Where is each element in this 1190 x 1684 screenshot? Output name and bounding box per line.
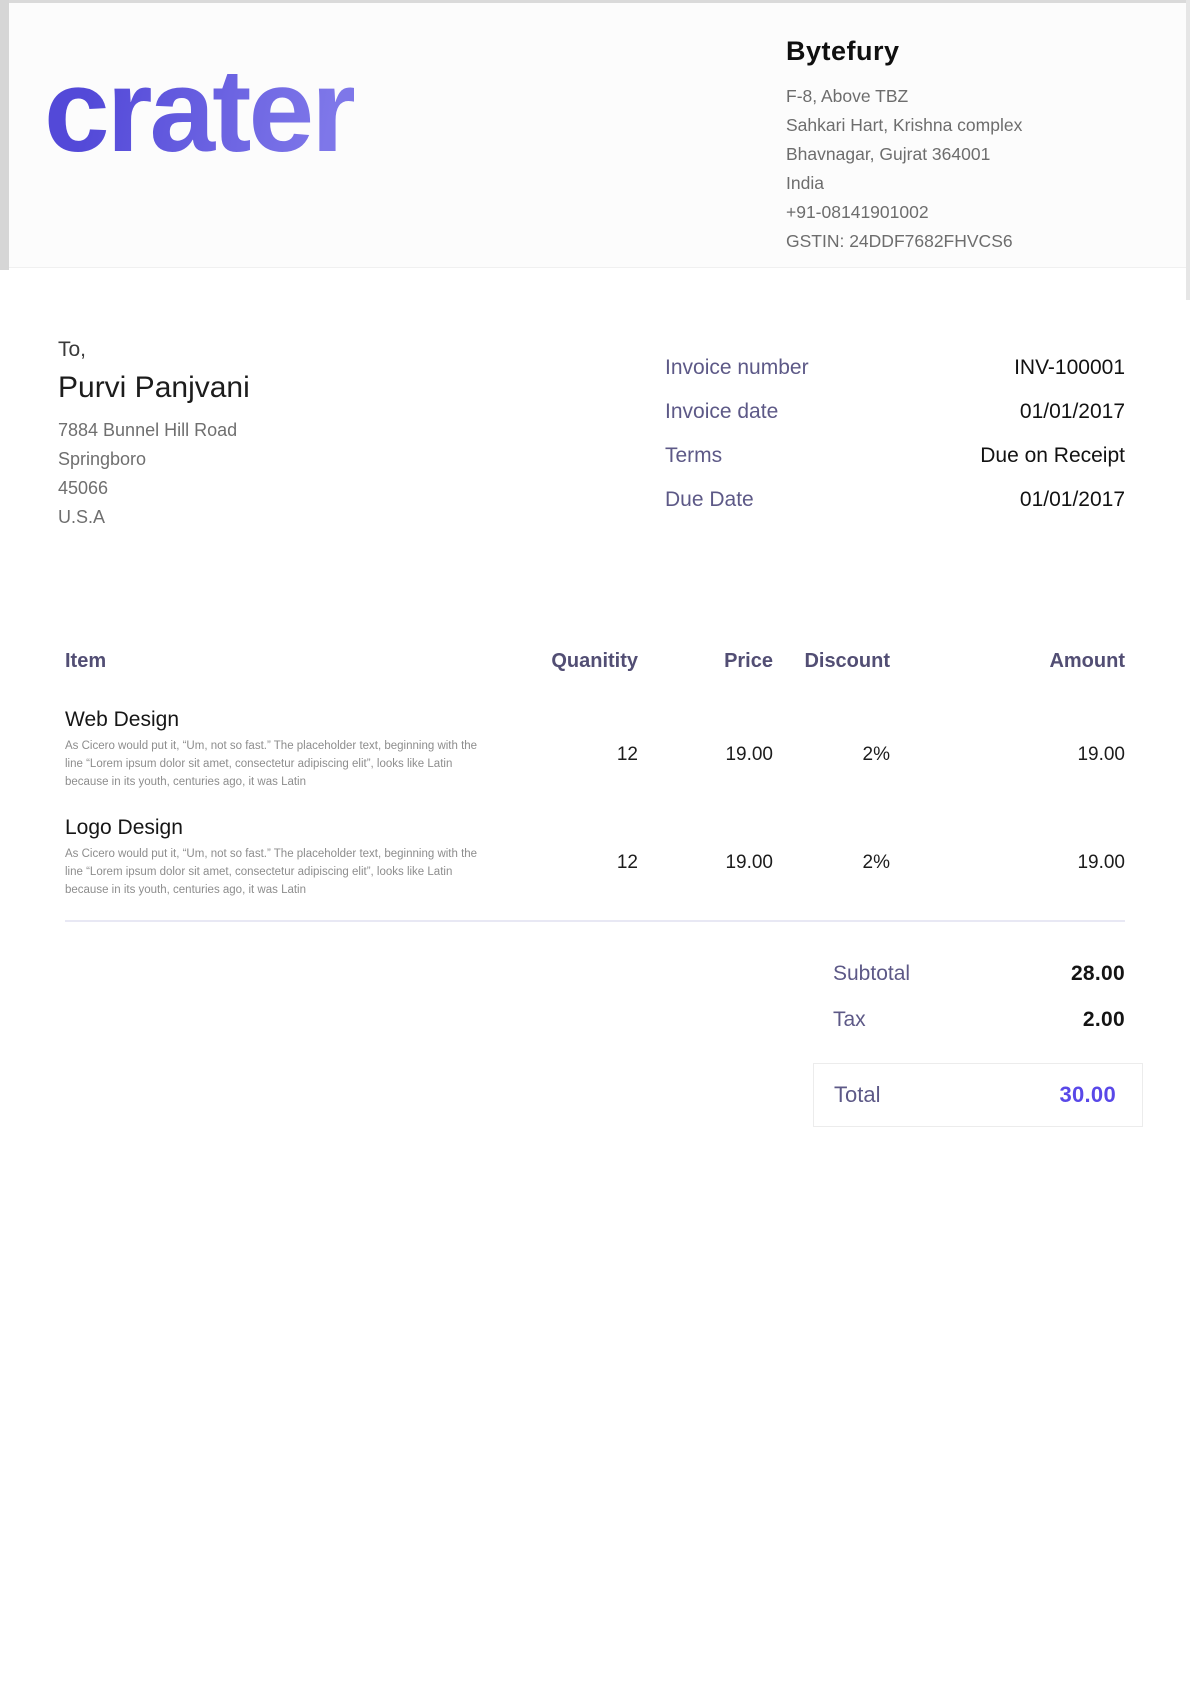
bill-to-label: To,: [58, 338, 250, 362]
total-value: 30.00: [1059, 1082, 1116, 1108]
customer-address-line: 7884 Bunnel Hill Road: [58, 416, 250, 445]
item-price: 19.00: [638, 708, 773, 791]
due-date-label: Due Date: [665, 488, 754, 512]
items-table: Item Quanitity Price Discount Amount Web…: [65, 648, 1125, 922]
column-header-amount: Amount: [890, 648, 1125, 674]
column-header-price: Price: [638, 648, 773, 674]
invoice-date-label: Invoice date: [665, 400, 778, 424]
tax-value: 2.00: [1083, 1008, 1125, 1032]
window-edge-top: [0, 0, 1190, 3]
invoice-number-label: Invoice number: [665, 356, 809, 380]
customer-address-line: U.S.A: [58, 503, 250, 532]
item-name: Logo Design: [65, 816, 490, 840]
due-date-row: Due Date 01/01/2017: [665, 488, 1125, 532]
column-header-quantity: Quanitity: [490, 648, 638, 674]
totals-section: Subtotal 28.00 Tax 2.00 Total 30.00: [813, 962, 1143, 1127]
item-discount: 2%: [773, 708, 890, 791]
subtotal-label: Subtotal: [833, 962, 910, 986]
customer-address-line: 45066: [58, 474, 250, 503]
company-address-line: India: [786, 169, 1131, 198]
window-edge-left: [0, 0, 9, 270]
invoice-date-value: 01/01/2017: [1020, 400, 1125, 424]
customer-name: Purvi Panjvani: [58, 371, 250, 405]
window-edge-right: [1186, 0, 1190, 300]
invoice-header-band: crater Bytefury F-8, Above TBZ Sahkari H…: [0, 0, 1190, 268]
tax-label: Tax: [833, 1008, 866, 1032]
customer-address-line: Springboro: [58, 445, 250, 474]
item-cell: Logo Design As Cicero would put it, “Um,…: [65, 816, 490, 899]
item-description: As Cicero would put it, “Um, not so fast…: [65, 845, 485, 899]
terms-label: Terms: [665, 444, 722, 468]
item-amount: 19.00: [890, 708, 1125, 791]
item-discount: 2%: [773, 816, 890, 899]
company-phone: +91-08141901002: [786, 198, 1131, 227]
company-address: F-8, Above TBZ Sahkari Hart, Krishna com…: [786, 82, 1131, 256]
total-label: Total: [834, 1082, 880, 1108]
item-name: Web Design: [65, 708, 490, 732]
invoice-number-value: INV-100001: [1014, 356, 1125, 380]
invoice-meta: Invoice number INV-100001 Invoice date 0…: [665, 356, 1125, 532]
company-info: Bytefury F-8, Above TBZ Sahkari Hart, Kr…: [786, 36, 1131, 256]
customer-address: 7884 Bunnel Hill Road Springboro 45066 U…: [58, 416, 250, 532]
subtotal-value: 28.00: [1071, 962, 1125, 986]
due-date-value: 01/01/2017: [1020, 488, 1125, 512]
item-cell: Web Design As Cicero would put it, “Um, …: [65, 708, 490, 791]
terms-row: Terms Due on Receipt: [665, 444, 1125, 488]
subtotal-row: Subtotal 28.00: [813, 962, 1143, 1008]
item-quantity: 12: [490, 816, 638, 899]
table-bottom-divider: [65, 920, 1125, 922]
invoice-page: crater Bytefury F-8, Above TBZ Sahkari H…: [0, 0, 1190, 1684]
column-header-item: Item: [65, 648, 490, 674]
total-box: Total 30.00: [813, 1063, 1143, 1127]
invoice-number-row: Invoice number INV-100001: [665, 356, 1125, 400]
items-table-header: Item Quanitity Price Discount Amount: [65, 648, 1125, 674]
crater-logo: crater: [44, 52, 354, 170]
company-gstin: GSTIN: 24DDF7682FHVCS6: [786, 227, 1131, 256]
table-row: Web Design As Cicero would put it, “Um, …: [65, 708, 1125, 791]
company-address-line: Sahkari Hart, Krishna complex: [786, 111, 1131, 140]
item-description: As Cicero would put it, “Um, not so fast…: [65, 737, 485, 791]
company-name: Bytefury: [786, 36, 1131, 67]
terms-value: Due on Receipt: [980, 444, 1125, 468]
bill-to-section: To, Purvi Panjvani 7884 Bunnel Hill Road…: [58, 338, 250, 532]
item-quantity: 12: [490, 708, 638, 791]
item-amount: 19.00: [890, 816, 1125, 899]
company-address-line: Bhavnagar, Gujrat 364001: [786, 140, 1131, 169]
column-header-discount: Discount: [773, 648, 890, 674]
company-address-line: F-8, Above TBZ: [786, 82, 1131, 111]
item-price: 19.00: [638, 816, 773, 899]
invoice-date-row: Invoice date 01/01/2017: [665, 400, 1125, 444]
tax-row: Tax 2.00: [813, 1008, 1143, 1054]
table-row: Logo Design As Cicero would put it, “Um,…: [65, 816, 1125, 899]
